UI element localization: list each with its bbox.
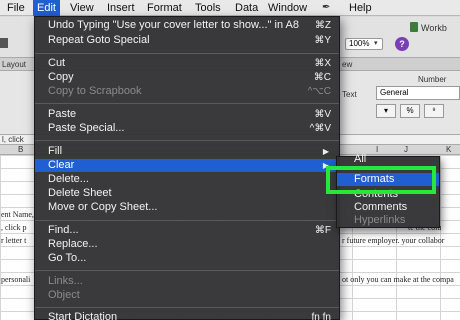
workbook-icon [410, 22, 418, 32]
menu-data[interactable]: Data [231, 0, 262, 16]
menu-separator [35, 140, 339, 141]
menu-item-paste-special[interactable]: Paste Special... ^⌘V [35, 122, 339, 135]
chevron-down-icon: ▾ [374, 40, 378, 47]
menu-item-paste[interactable]: Paste ⌘V [35, 108, 339, 121]
tab-view[interactable]: ew [342, 60, 352, 69]
menu-item-label: Go To... [48, 252, 87, 264]
menu-separator [35, 53, 339, 54]
menu-file[interactable]: File [3, 0, 29, 16]
menu-item-delete-sheet[interactable]: Delete Sheet [35, 187, 339, 200]
shortcut-label: ⌘X [314, 58, 331, 69]
submenu-item-comments[interactable]: Comments [337, 201, 439, 214]
shortcut-label: ^⌘V [309, 123, 331, 134]
number-group-label: Number [418, 75, 447, 84]
menu-item-object[interactable]: Object [35, 289, 339, 302]
menu-item-label: Object [48, 289, 80, 301]
edit-menu: Undo Typing "Use your cover letter to sh… [34, 16, 340, 320]
col-header-b[interactable]: B [18, 145, 23, 154]
menu-item-label: Links... [48, 275, 83, 287]
menu-item-links[interactable]: Links... [35, 275, 339, 288]
cell-text: r letter t [1, 236, 27, 245]
menu-format[interactable]: Format [143, 0, 186, 16]
menu-item-label: Clear [48, 159, 75, 171]
percent-button[interactable]: % [400, 104, 420, 118]
menu-item-clear[interactable]: Clear ▶ [35, 159, 339, 172]
col-header-k[interactable]: K [446, 145, 451, 154]
menu-item-go-to[interactable]: Go To... [35, 252, 339, 265]
menu-item-label: Cut [48, 57, 66, 69]
menu-item-label: Copy to Scrapbook [48, 85, 142, 97]
menu-item-label: Paste [48, 108, 77, 120]
cell-text: r future employer. your collabor [342, 236, 445, 245]
submenu-item-hyperlinks[interactable]: Hyperlinks [337, 214, 439, 227]
submenu-item-all[interactable]: All [337, 153, 439, 166]
menu-item-copy[interactable]: Copy ⌘C [35, 71, 339, 84]
menu-insert[interactable]: Insert [103, 0, 139, 16]
shortcut-label: ⌘Z [314, 20, 331, 31]
print-icon[interactable] [0, 38, 8, 48]
menu-item-delete[interactable]: Delete... [35, 173, 339, 186]
cell-text: ent Name, [1, 210, 34, 219]
menu-item-fill[interactable]: Fill ▶ [35, 145, 339, 158]
cell-ref: l, click [2, 135, 24, 144]
menu-item-label: Start Dictation [48, 311, 118, 320]
menu-item-label: Fill [48, 145, 63, 157]
shortcut-label: ⌘V [314, 109, 331, 120]
text-label: Text [342, 90, 357, 99]
menu-help[interactable]: Help [345, 0, 376, 16]
menu-item-label: Delete... [48, 173, 89, 185]
menu-tools[interactable]: Tools [191, 0, 225, 16]
shortcut-label: ⌘Y [314, 35, 331, 46]
highlight-annotation [326, 166, 436, 194]
menu-item-label: Replace... [48, 238, 98, 250]
menu-edit[interactable]: Edit [33, 0, 60, 16]
shortcut-label: fn fn [311, 312, 331, 320]
workbook-title: Workb [421, 23, 447, 33]
menu-item-label: Copy [48, 71, 74, 83]
menu-separator [35, 103, 339, 104]
menu-item-cut[interactable]: Cut ⌘X [35, 57, 339, 70]
menu-item-repeat[interactable]: Repeat Goto Special ⌘Y [35, 34, 339, 47]
menu-window[interactable]: Window [264, 0, 311, 16]
menu-bar: File Edit View Insert Format Tools Data … [0, 0, 460, 16]
shortcut-label: ^⌥C [307, 86, 331, 97]
menu-view[interactable]: View [66, 0, 98, 16]
shortcut-label: ⌘C [313, 72, 331, 83]
accounting-button[interactable]: ▾ [376, 104, 396, 118]
script-icon[interactable]: ✒ [322, 2, 334, 14]
menu-item-undo[interactable]: Undo Typing "Use your cover letter to sh… [35, 19, 339, 32]
menu-item-start-dictation[interactable]: Start Dictation fn fn [35, 311, 339, 320]
menu-separator [35, 307, 339, 308]
menu-item-label: Move or Copy Sheet... [48, 201, 158, 213]
cell-text: , click p [1, 223, 27, 232]
menu-item-copy-to-scrapbook[interactable]: Copy to Scrapbook ^⌥C [35, 85, 339, 98]
comma-button[interactable]: ⁹ [424, 104, 444, 118]
cell-text: ot only you can make at the compa [342, 275, 454, 284]
menu-item-find[interactable]: Find... ⌘F [35, 224, 339, 237]
tab-layout[interactable]: Layout [2, 60, 26, 69]
menu-item-move-copy-sheet[interactable]: Move or Copy Sheet... [35, 201, 339, 214]
menu-separator [35, 220, 339, 221]
cell-text: personali [1, 275, 31, 284]
menu-item-replace[interactable]: Replace... [35, 238, 339, 251]
menu-separator [35, 270, 339, 271]
help-icon[interactable]: ? [395, 37, 409, 51]
menu-item-label: Undo Typing "Use your cover letter to sh… [48, 19, 299, 31]
menu-item-label: Find... [48, 224, 79, 236]
menu-item-label: Repeat Goto Special [48, 34, 150, 46]
shortcut-label: ⌘F [314, 225, 331, 236]
chevron-right-icon: ▶ [322, 147, 329, 156]
menu-item-label: Delete Sheet [48, 187, 112, 199]
menu-item-label: Paste Special... [48, 122, 125, 134]
number-format-select[interactable]: General [376, 86, 460, 100]
